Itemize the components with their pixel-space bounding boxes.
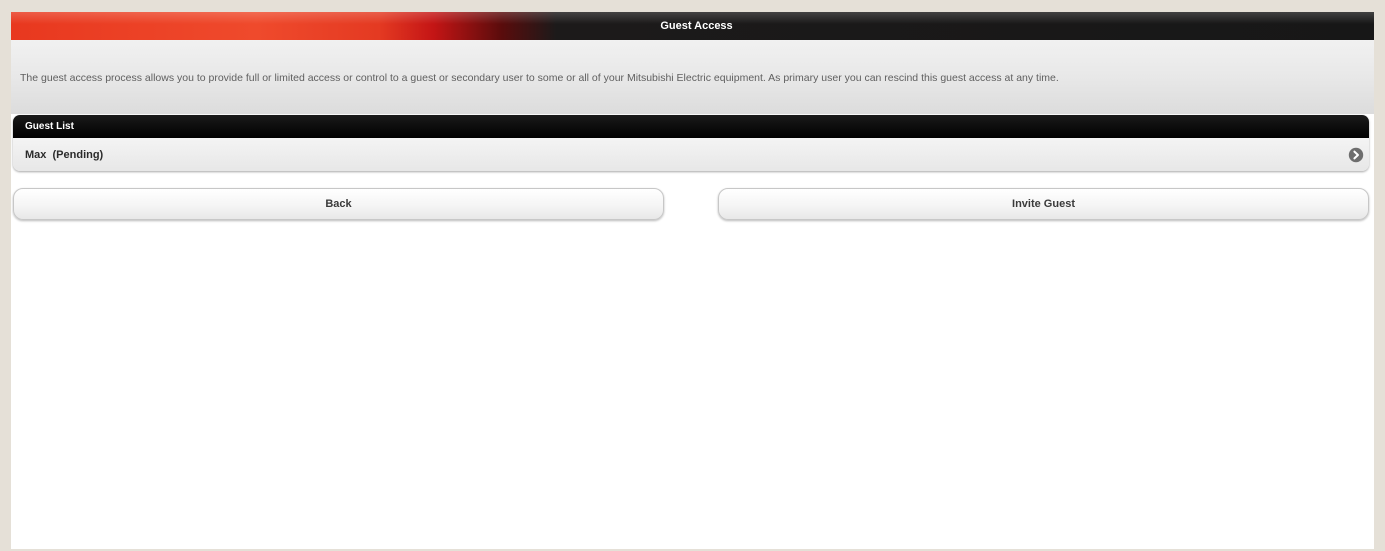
back-button[interactable]: Back [13,188,664,220]
guest-list-panel: Guest List Max (Pending) [13,115,1369,171]
app-frame: Guest Access The guest access process al… [11,12,1374,549]
page-title: Guest Access [660,20,733,32]
invite-guest-button[interactable]: Invite Guest [718,188,1369,220]
chevron-right-circle-icon[interactable] [1348,147,1364,163]
intro-description: The guest access process allows you to p… [20,72,1059,84]
intro-panel: The guest access process allows you to p… [11,40,1374,114]
title-bar: Guest Access [11,12,1374,40]
guest-list-heading: Guest List [13,115,1369,138]
guest-name-label: Max (Pending) [25,148,104,161]
guest-list-item[interactable]: Max (Pending) [13,138,1369,171]
